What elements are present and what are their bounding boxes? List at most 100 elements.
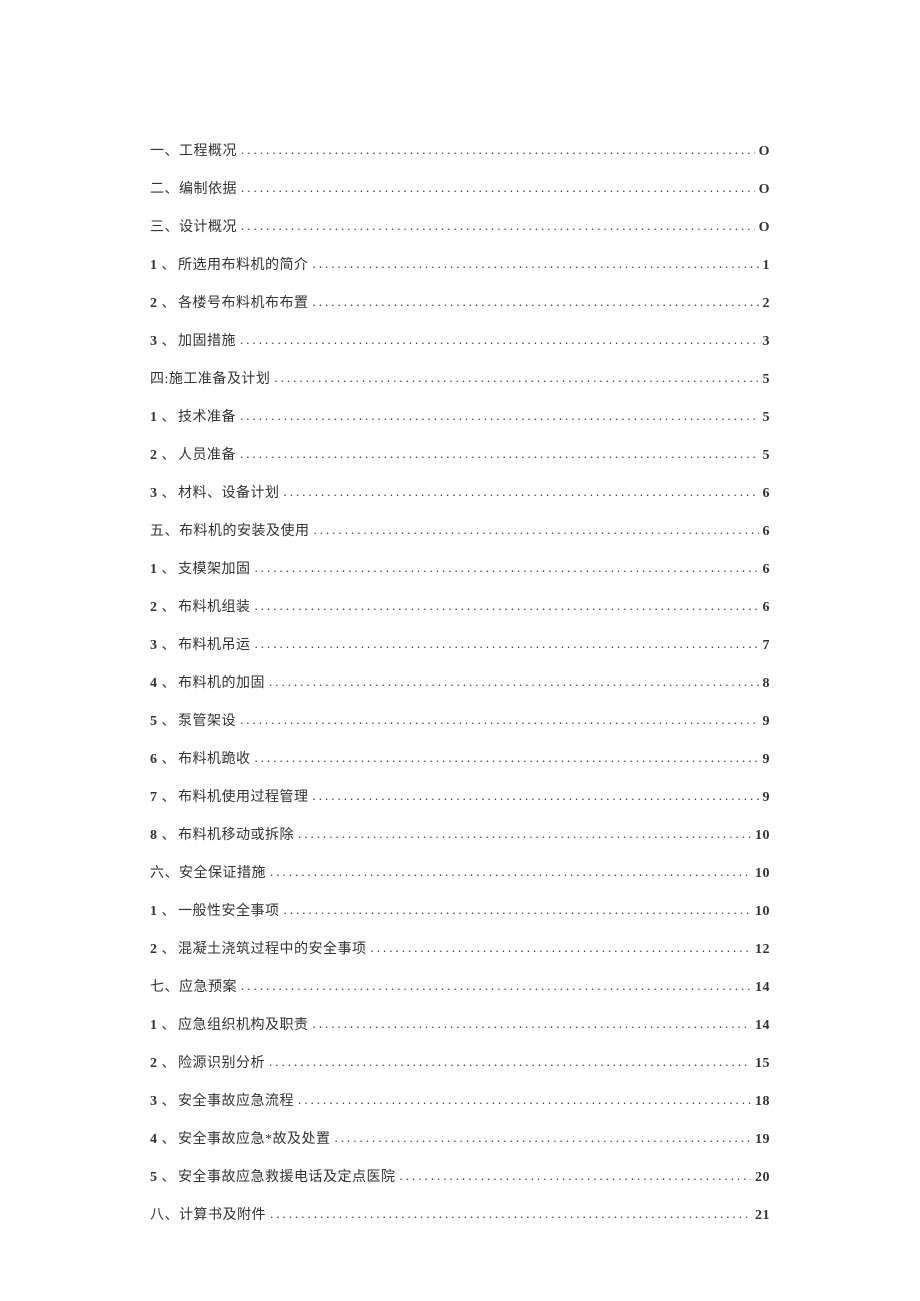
toc-title-text: 技术准备 — [178, 410, 236, 425]
toc-leader-dots — [335, 1130, 752, 1146]
toc-entry: 7、布料机使用过程管理9 — [150, 786, 770, 806]
toc-leader-dots — [241, 180, 755, 196]
toc-prefix: 3 — [150, 1094, 158, 1109]
toc-entry: 1、技术准备5 — [150, 406, 770, 426]
toc-page-number: 8 — [763, 676, 771, 692]
toc-leader-dots — [371, 940, 752, 956]
toc-entry: 3、材料、设备计划6 — [150, 482, 770, 502]
toc-entry: 2、各楼号布料机布布置 2 — [150, 292, 770, 312]
toc-page-number: 3 — [763, 334, 771, 350]
toc-separator: 、 — [162, 1170, 177, 1185]
toc-page-number: 9 — [763, 790, 771, 806]
toc-title-text: 一般性安全事项 — [178, 904, 280, 919]
toc-title-text: 安全事故应急救援电话及定点医院 — [178, 1170, 396, 1185]
toc-title-text: 布料机移动或拆除 — [178, 828, 294, 843]
toc-leader-dots — [240, 712, 759, 728]
toc-leader-dots — [314, 522, 759, 538]
toc-label: 2、险源识别分析 — [150, 1052, 265, 1072]
toc-leader-dots — [241, 218, 755, 234]
toc-entry: 2、布料机组装6 — [150, 596, 770, 616]
toc-label: 6、布料机跪收 — [150, 748, 251, 768]
toc-page-number: 6 — [763, 486, 771, 502]
toc-label: 3、加固措施 — [150, 330, 236, 350]
toc-prefix: 3 — [150, 486, 158, 501]
toc-prefix: 4 — [150, 1132, 158, 1147]
toc-leader-dots — [240, 408, 759, 424]
toc-leader-dots — [274, 370, 758, 386]
toc-title-text: 支模架加固 — [178, 562, 251, 577]
toc-page-number: 21 — [755, 1208, 770, 1224]
toc-entry: 一、工程概况O — [150, 140, 770, 160]
toc-title-text: 安全事故应急*故及处置 — [178, 1132, 331, 1147]
toc-leader-dots — [284, 902, 752, 918]
toc-entry: 五、布料机的安装及使用6 — [150, 520, 770, 540]
toc-page-number: 1 — [763, 258, 771, 274]
toc-prefix: 1 — [150, 904, 158, 919]
toc-label: 八、计算书及附件 — [150, 1204, 266, 1224]
toc-title-text: 安全事故应急流程 — [178, 1094, 294, 1109]
toc-entry: 六、安全保证措施10 — [150, 862, 770, 882]
toc-entry: 1、所选用布料机的简介1 — [150, 254, 770, 274]
toc-page-number: O — [759, 220, 770, 236]
toc-page-number: 14 — [755, 1018, 770, 1034]
toc-page-number: 6 — [763, 562, 771, 578]
toc-leader-dots — [255, 636, 759, 652]
toc-separator: 、 — [162, 258, 177, 273]
toc-label: 2、各楼号布料机布布置 — [150, 292, 309, 312]
toc-entry: 4 、安全事故应急*故及处置 19 — [150, 1128, 770, 1148]
toc-title-text: 人员准备 — [178, 448, 236, 463]
toc-prefix: 2 — [150, 448, 158, 463]
toc-leader-dots — [313, 256, 759, 272]
toc-leader-dots — [298, 1092, 751, 1108]
toc-separator: 、 — [162, 638, 177, 653]
toc-label: 1 、应急组织机构及职责 — [150, 1014, 309, 1034]
toc-entry: 3、加固措施3 — [150, 330, 770, 350]
toc-prefix: 5 — [150, 714, 158, 729]
toc-page-number: O — [759, 182, 770, 198]
toc-separator: 、 — [162, 486, 177, 501]
toc-label: 2、人员准备 — [150, 444, 236, 464]
toc-entry: 四:施工准备及计划5 — [150, 368, 770, 388]
toc-entry: 4、布料机的加固 8 — [150, 672, 770, 692]
toc-prefix: 1 — [150, 562, 158, 577]
toc-leader-dots — [400, 1168, 752, 1184]
toc-title-text: 应急组织机构及职责 — [178, 1018, 309, 1033]
toc-label: 5、安全事故应急救援电话及定点医院 — [150, 1166, 396, 1186]
toc-page-number: 5 — [763, 448, 771, 464]
toc-title-text: 各楼号布料机布布置 — [178, 296, 309, 311]
toc-prefix: 8 — [150, 828, 158, 843]
toc-page-number: 6 — [763, 524, 771, 540]
toc-entry: 2、人员准备 5 — [150, 444, 770, 464]
toc-prefix: 3 — [150, 638, 158, 653]
toc-separator: 、 — [162, 714, 177, 729]
toc-title-text: 混凝土浇筑过程中的安全事项 — [178, 942, 367, 957]
toc-leader-dots — [270, 864, 751, 880]
toc-entry: 1 、支模架加固 6 — [150, 558, 770, 578]
toc-leader-dots — [255, 598, 759, 614]
toc-leader-dots — [313, 788, 759, 804]
toc-page-number: 2 — [763, 296, 771, 312]
toc-page-number: 6 — [763, 600, 771, 616]
toc-title-text: 布料机组装 — [178, 600, 251, 615]
toc-label: 4、布料机的加固 — [150, 672, 265, 692]
toc-entry: 5、安全事故应急救援电话及定点医院20 — [150, 1166, 770, 1186]
toc-separator: 、 — [162, 1132, 177, 1147]
toc-label: 5、泵管架设 — [150, 710, 236, 730]
toc-separator: 、 — [162, 1018, 177, 1033]
toc-separator: 、 — [162, 1056, 177, 1071]
toc-leader-dots — [241, 142, 755, 158]
toc-label: 8、布料机移动或拆除 — [150, 824, 294, 844]
toc-separator: 、 — [162, 752, 177, 767]
toc-label: 3、材料、设备计划 — [150, 482, 280, 502]
toc-page-number: 10 — [755, 866, 770, 882]
toc-prefix: 3 — [150, 334, 158, 349]
toc-leader-dots — [255, 750, 759, 766]
toc-page-number: 19 — [755, 1132, 770, 1148]
toc-separator: 、 — [162, 562, 177, 577]
toc-leader-dots — [269, 674, 759, 690]
toc-entry: 2、险源识别分析15 — [150, 1052, 770, 1072]
toc-entry: 八、计算书及附件 21 — [150, 1204, 770, 1224]
toc-leader-dots — [240, 446, 759, 462]
toc-leader-dots — [269, 1054, 751, 1070]
toc-prefix: 1 — [150, 1018, 158, 1033]
